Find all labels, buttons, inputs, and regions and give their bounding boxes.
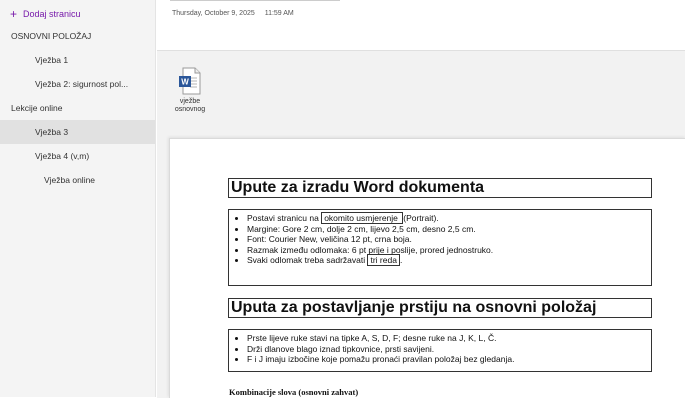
list-item: Razmak između odlomaka: 6 pt prije i pos… bbox=[247, 245, 651, 256]
list-item-text: Svaki odlomak treba sadržavati bbox=[247, 255, 368, 266]
page-item-osnovni-polozaj[interactable]: OSNOVNI POLOŽAJ bbox=[0, 24, 155, 48]
svg-text:W: W bbox=[181, 78, 189, 87]
page-item-label: Vježba 2: sigurnost pol... bbox=[35, 79, 129, 89]
page-item-label: OSNOVNI POLOŽAJ bbox=[11, 31, 92, 41]
list-item: Font: Courier New, veličina 12 pt, crna … bbox=[247, 234, 651, 245]
boxed-text: okomito usmjerenje bbox=[321, 212, 404, 224]
page-time: 11:59 AM bbox=[264, 10, 294, 17]
add-page-label: Dodaj stranicu bbox=[23, 9, 81, 19]
finger-position-list: Prste lijeve ruke stavi na tipke A, S, D… bbox=[229, 333, 651, 365]
page-datetime: Thursday, October 9, 2025 11:59 AM bbox=[172, 10, 294, 17]
page-item-label: Vježba 4 (v,m) bbox=[35, 151, 90, 161]
instructions-list-box: Postavi stranicu na okomito usmjerenje (… bbox=[228, 209, 652, 286]
page-item-label: Lekcije online bbox=[11, 103, 63, 113]
list-item: Prste lijeve ruke stavi na tipke A, S, D… bbox=[247, 333, 651, 344]
list-item: Postavi stranicu na okomito usmjerenje (… bbox=[247, 212, 651, 224]
page-item-vjezba-4[interactable]: Vježba 4 (v,m) bbox=[0, 144, 155, 168]
page-list-sidebar: + Dodaj stranicu OSNOVNI POLOŽAJ Vježba … bbox=[0, 0, 156, 397]
list-item-text: Postavi stranicu na bbox=[247, 213, 322, 223]
page-item-lekcije-online[interactable]: Lekcije online bbox=[0, 96, 155, 120]
page-item-label: Vježba 1 bbox=[35, 55, 69, 65]
list-item-text: . bbox=[399, 255, 403, 266]
page-item-label: Vježba online bbox=[44, 175, 96, 185]
page-item-label: Vježba 3 bbox=[35, 127, 69, 137]
file-attachment[interactable]: W vježbe osnovnog bbox=[167, 67, 213, 114]
plus-icon: + bbox=[10, 7, 18, 21]
list-item: F i J imaju izbočine koje pomažu pronaći… bbox=[247, 354, 651, 365]
list-item: Svaki odlomak treba sadržavati tri reda. bbox=[247, 254, 651, 267]
page-title-underline bbox=[170, 0, 340, 1]
page-item-vjezba-1[interactable]: Vježba 1 bbox=[0, 48, 155, 72]
list-item-text: (Portrait). bbox=[403, 213, 439, 223]
finger-position-list-box: Prste lijeve ruke stavi na tipke A, S, D… bbox=[228, 329, 652, 372]
list-item: Drži dlanove blago iznad tipkovnice, prs… bbox=[247, 344, 651, 355]
page-item-vjezba-3[interactable]: Vježba 3 bbox=[0, 120, 155, 144]
attachment-filename: vježbe osnovnog bbox=[174, 98, 206, 113]
page-item-vjezba-2[interactable]: Vježba 2: sigurnost pol... bbox=[0, 72, 155, 96]
page-item-vjezba-online[interactable]: Vježba online bbox=[0, 168, 155, 192]
boxed-text: tri reda bbox=[367, 254, 400, 267]
word-document-icon: W bbox=[179, 67, 201, 95]
page-date: Thursday, October 9, 2025 bbox=[172, 10, 255, 17]
document-subheading: Kombinacije slova (osnovni zahvat) bbox=[229, 387, 359, 397]
page-list: OSNOVNI POLOŽAJ Vježba 1 Vježba 2: sigur… bbox=[0, 24, 155, 192]
instructions-list: Postavi stranicu na okomito usmjerenje (… bbox=[229, 212, 651, 267]
list-item: Margine: Gore 2 cm, dolje 2 cm, lijevo 2… bbox=[247, 224, 651, 235]
document-heading-1: Upute za izradu Word dokumenta bbox=[228, 178, 652, 198]
add-page-button[interactable]: + Dodaj stranicu bbox=[10, 6, 81, 22]
document-heading-2: Uputa za postavljanje prstiju na osnovni… bbox=[228, 298, 652, 318]
